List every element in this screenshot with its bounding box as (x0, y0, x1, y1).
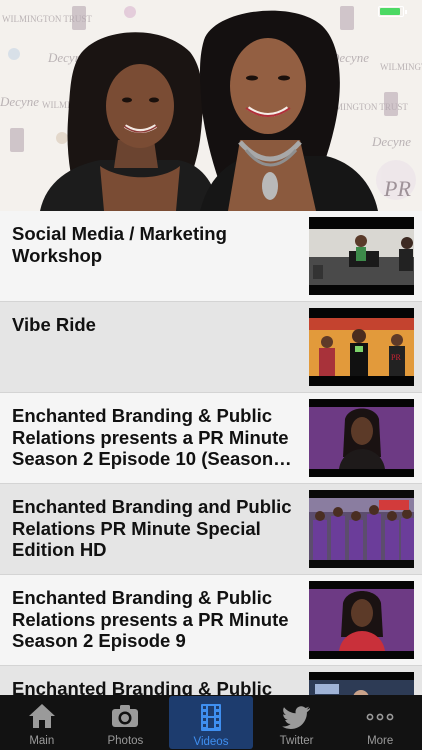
more-dots-icon (366, 713, 394, 721)
tab-more[interactable]: More (338, 695, 422, 750)
header-photo: WILMINGTON TRUST Decyne Decyne Decyne WI… (0, 0, 422, 211)
tab-label: Main (29, 735, 55, 747)
svg-text:PR: PR (391, 353, 401, 362)
film-icon (200, 704, 221, 731)
video-title: Enchanted Branding and Public Relations … (12, 496, 292, 560)
video-title: Social Media / Marketing Workshop (12, 223, 227, 266)
video-row[interactable]: Social Media / Marketing Workshop (0, 211, 422, 302)
tab-main[interactable]: Main (0, 695, 84, 750)
camera-icon (112, 705, 139, 727)
home-icon (28, 704, 55, 728)
tab-bar: Main Photos Videos Twitter More (0, 695, 422, 750)
tab-label: Videos (193, 736, 229, 748)
video-row[interactable]: Enchanted Branding & Public Relations (0, 666, 422, 695)
video-title: Enchanted Branding & Public Relations pr… (12, 405, 289, 469)
video-thumbnail (309, 672, 414, 695)
header-photo-art: WILMINGTON TRUST Decyne Decyne Decyne WI… (0, 0, 422, 211)
video-row[interactable]: Vibe Ride PR (0, 302, 422, 393)
tab-videos[interactable]: Videos (169, 696, 253, 749)
tab-label: Photos (107, 735, 144, 747)
video-thumbnail (309, 581, 414, 659)
video-row[interactable]: Enchanted Branding & Public Relations pr… (0, 575, 422, 666)
video-row[interactable]: Enchanted Branding & Public Relations pr… (0, 393, 422, 484)
twitter-bird-icon (281, 706, 310, 729)
status-bar (0, 0, 422, 22)
video-title: Vibe Ride (12, 314, 96, 335)
video-thumbnail (309, 490, 414, 568)
video-list: Social Media / Marketing Workshop Vibe R… (0, 211, 422, 695)
backdrop-logo-text: Decyne (0, 94, 39, 109)
backdrop-logo-text: WILMINGTON TRUST (380, 62, 422, 72)
svg-text:PR: PR (383, 176, 411, 201)
video-thumbnail (309, 399, 414, 477)
tab-photos[interactable]: Photos (84, 695, 168, 750)
video-thumbnail: PR (309, 308, 414, 386)
video-thumbnail (309, 217, 414, 295)
tab-label: More (367, 735, 394, 747)
tab-label: Twitter (279, 735, 314, 747)
tab-twitter[interactable]: Twitter (255, 695, 339, 750)
battery-icon (378, 6, 407, 17)
video-title: Enchanted Branding & Public Relations (12, 678, 273, 695)
video-title: Enchanted Branding & Public Relations pr… (12, 587, 289, 651)
video-row[interactable]: Enchanted Branding and Public Relations … (0, 484, 422, 575)
backdrop-logo-text: Decyne (371, 134, 411, 149)
